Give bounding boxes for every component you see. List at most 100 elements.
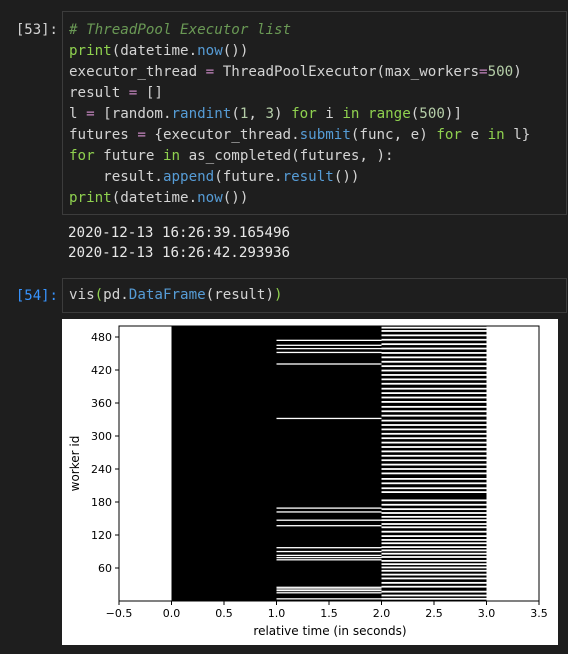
chart-gap-line	[381, 499, 487, 502]
code-line: futures = {executor_thread.submit(func, …	[69, 125, 566, 146]
chart-gap-line	[381, 530, 487, 533]
chart-gap-line	[381, 463, 487, 466]
code-editor[interactable]: vis(pd.DataFrame(result))	[63, 279, 566, 306]
x-tick-label: 2.5	[425, 607, 443, 620]
x-tick-label: 2.0	[373, 607, 391, 620]
code-token: (datetime.	[111, 43, 198, 59]
chart-gap-line	[381, 432, 487, 435]
chart-gap-line	[276, 559, 382, 561]
code-cell-53[interactable]: # ThreadPool Executor list print(datetime…	[62, 11, 567, 215]
chart-gap-line	[276, 588, 382, 590]
chart-gap-line	[381, 424, 487, 426]
x-tick-label: 1.5	[320, 607, 338, 620]
code-line: l = [random.randint(1, 3) for i in range…	[69, 104, 566, 125]
code-token: for	[69, 148, 95, 164]
code-token: =	[137, 127, 146, 143]
code-token: (	[94, 287, 104, 303]
code-token: (future.	[214, 169, 283, 185]
chart-gap-line	[381, 535, 487, 537]
code-token: range	[368, 106, 411, 122]
code-line: vis(pd.DataFrame(result))	[69, 285, 566, 306]
chart-gap-line	[381, 326, 487, 329]
chart-gap-line	[381, 508, 487, 511]
code-token: i	[316, 106, 343, 122]
code-token: result	[282, 169, 334, 185]
code-token: (	[410, 106, 420, 122]
code-token: pd.	[103, 287, 129, 303]
code-token: submit	[299, 127, 351, 143]
chart-gap-line	[381, 546, 487, 548]
code-line: result.append(future.result())	[69, 167, 566, 188]
chart-gap-line	[381, 563, 487, 566]
chart-bar-segment	[381, 326, 487, 601]
chart-gap-line	[381, 577, 487, 580]
chart-gap-line	[381, 487, 487, 490]
chart-gap-line	[381, 472, 487, 475]
code-token: futures	[69, 127, 138, 143]
chart-gap-line	[381, 512, 487, 514]
y-tick-label: 420	[91, 364, 112, 377]
chart-gap-line	[276, 525, 382, 527]
cell-54-prompt: [54]:	[15, 288, 58, 304]
chart-gap-line	[276, 511, 382, 513]
code-line: for future in as_completed(futures, ):	[69, 146, 566, 167]
chart-gap-line	[381, 590, 487, 593]
x-axis-label: relative time (in seconds)	[253, 624, 406, 638]
code-line: executor_thread = ThreadPoolExecutor(max…	[69, 62, 566, 83]
chart-gap-line	[381, 419, 487, 422]
chart-gap-line	[381, 378, 487, 381]
code-line: # ThreadPool Executor list	[69, 20, 566, 41]
code-token: )]	[444, 106, 463, 122]
chart-gap-line	[276, 339, 382, 341]
chart-gap-line	[381, 482, 487, 485]
code-token: [random.	[94, 106, 172, 122]
code-token: DataFrame	[128, 287, 206, 303]
code-token: result.	[69, 169, 163, 185]
code-token: l}	[504, 127, 531, 143]
chart-gap-line	[381, 374, 487, 376]
code-editor[interactable]: # ThreadPool Executor list print(datetime…	[63, 12, 566, 209]
chart-gap-line	[381, 566, 487, 569]
chart-gap-line	[276, 556, 382, 559]
chart-gap-line	[381, 491, 487, 493]
code-token: in	[342, 106, 360, 122]
plot-figure: −0.5 0.0 0.5 1.0 1.5 2.0 2.5 3.0 3.5 60 120 180 240 3…	[62, 319, 558, 645]
chart-gap-line	[381, 387, 487, 390]
chart-gap-line	[381, 523, 487, 525]
code-token: for	[291, 106, 317, 122]
code-token: executor_thread	[69, 64, 206, 80]
chart-gap-line	[381, 396, 487, 399]
chart-gap-line	[381, 526, 487, 529]
chart-gap-line	[381, 519, 487, 522]
chart-gap-line	[381, 573, 487, 576]
y-tick-label: 300	[91, 430, 112, 443]
code-token: future	[94, 148, 163, 164]
code-token: ())	[222, 43, 249, 59]
chart-gap-line	[276, 598, 382, 600]
x-tick-label: 3.0	[478, 607, 496, 620]
chart-gap-line	[276, 507, 382, 509]
code-token: 500	[487, 64, 514, 80]
code-token: []	[137, 85, 163, 101]
chart-gap-line	[381, 446, 487, 448]
y-tick-label: 60	[98, 562, 112, 575]
chart-gap-line	[381, 581, 487, 584]
code-token: )	[513, 64, 522, 80]
y-tick-label: 240	[91, 463, 112, 476]
chart-gap-line	[381, 556, 487, 558]
code-token: # ThreadPool Executor list	[69, 22, 292, 38]
chart-gap-line	[381, 382, 487, 385]
code-token: now	[197, 190, 223, 206]
code-cell-54[interactable]: vis(pd.DataFrame(result))	[62, 278, 567, 313]
chart-gap-line	[381, 441, 487, 444]
code-token: l	[69, 106, 87, 122]
chart-bar-segment	[171, 326, 277, 601]
cell-53-output: 2020-12-13 16:26:39.165496 2020-12-13 16:…	[68, 223, 290, 263]
code-token: append	[162, 169, 215, 185]
chart-gap-line	[381, 369, 487, 372]
code-token: print	[69, 190, 112, 206]
code-line: print(datetime.now())	[69, 41, 566, 62]
chart-gap-line	[381, 428, 487, 431]
chart-gap-line	[381, 597, 487, 600]
code-token: randint	[171, 106, 232, 122]
